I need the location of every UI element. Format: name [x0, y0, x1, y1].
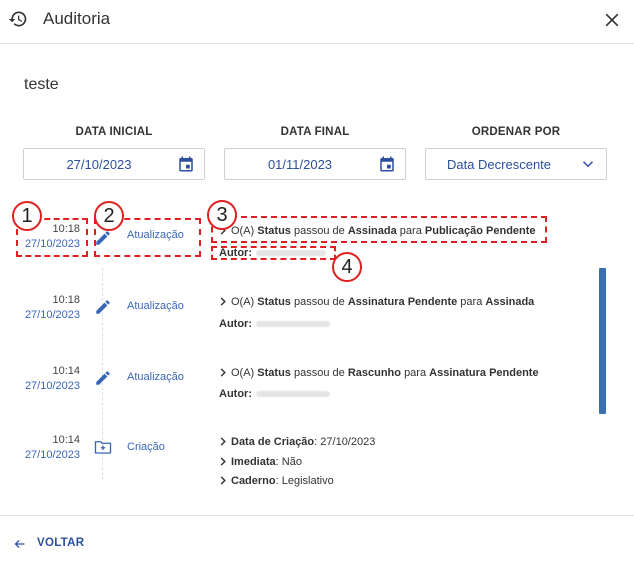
start-date-value: 27/10/2023 — [66, 157, 132, 172]
entry-time: 10:18 — [52, 294, 80, 306]
arrow-left-icon — [14, 540, 25, 548]
pencil-icon — [96, 300, 110, 314]
folder-add-icon — [94, 441, 112, 454]
entry-date: 27/10/2023 — [24, 380, 80, 392]
author-line: Autor: — [219, 388, 330, 400]
dialog-title: Auditoria — [43, 9, 111, 28]
entry-date: 27/10/2023 — [24, 309, 80, 321]
annotation-box-author — [211, 246, 336, 260]
calendar-icon[interactable] — [378, 155, 396, 173]
end-date-value: 01/11/2023 — [267, 157, 333, 172]
order-by-label: ORDENAR POR — [471, 126, 561, 138]
start-date-field[interactable]: 27/10/2023 — [23, 148, 205, 180]
entry-type: Atualização — [127, 371, 184, 383]
entry-time: 10:14 — [52, 434, 80, 446]
scrollbar-thumb[interactable] — [599, 268, 606, 414]
record-title: teste — [24, 76, 59, 93]
history-icon — [8, 11, 27, 27]
change-line: O(A) Status passou de Assinatura Pendent… — [219, 296, 534, 308]
chevron-right-icon — [220, 457, 226, 466]
calendar-icon[interactable] — [177, 155, 195, 173]
chevron-right-icon — [220, 476, 226, 485]
back-label: VOLTAR — [37, 537, 85, 549]
chevron-right-icon — [220, 437, 226, 446]
entry-date: 27/10/2023 — [24, 449, 80, 461]
annotation-box-change — [211, 216, 547, 243]
detail-line: Data de Criação: 27/10/2023 — [219, 436, 375, 448]
dialog-footer: VOLTAR — [0, 515, 634, 564]
order-by-value: Data Decrescente — [446, 157, 552, 172]
end-date-field[interactable]: 01/11/2023 — [224, 148, 406, 180]
end-date-label: DATA FINAL — [280, 126, 350, 138]
redacted-author — [256, 321, 330, 328]
annotation-number: 4 — [332, 252, 362, 282]
entry-type: Criação — [127, 441, 165, 453]
author-line: Autor: — [219, 318, 330, 330]
detail-line: Imediata: Não — [219, 456, 302, 468]
entry-type: Atualização — [127, 300, 184, 312]
start-date-label: DATA INICIAL — [75, 126, 153, 138]
annotation-number: 1 — [12, 201, 42, 231]
order-by-select[interactable]: Data Decrescente — [425, 148, 607, 180]
pencil-icon — [96, 371, 110, 385]
chevron-right-icon — [220, 368, 226, 377]
chevron-down-icon — [582, 161, 594, 168]
redacted-author — [256, 391, 330, 398]
chevron-right-icon — [220, 297, 226, 306]
close-icon[interactable] — [602, 10, 622, 30]
change-line: O(A) Status passou de Rascunho para Assi… — [219, 367, 539, 379]
annotation-number: 2 — [94, 201, 124, 231]
detail-line: Caderno: Legislativo — [219, 475, 334, 487]
dialog-header: Auditoria — [0, 0, 634, 44]
annotation-number: 3 — [207, 200, 237, 230]
entry-time: 10:14 — [52, 365, 80, 377]
